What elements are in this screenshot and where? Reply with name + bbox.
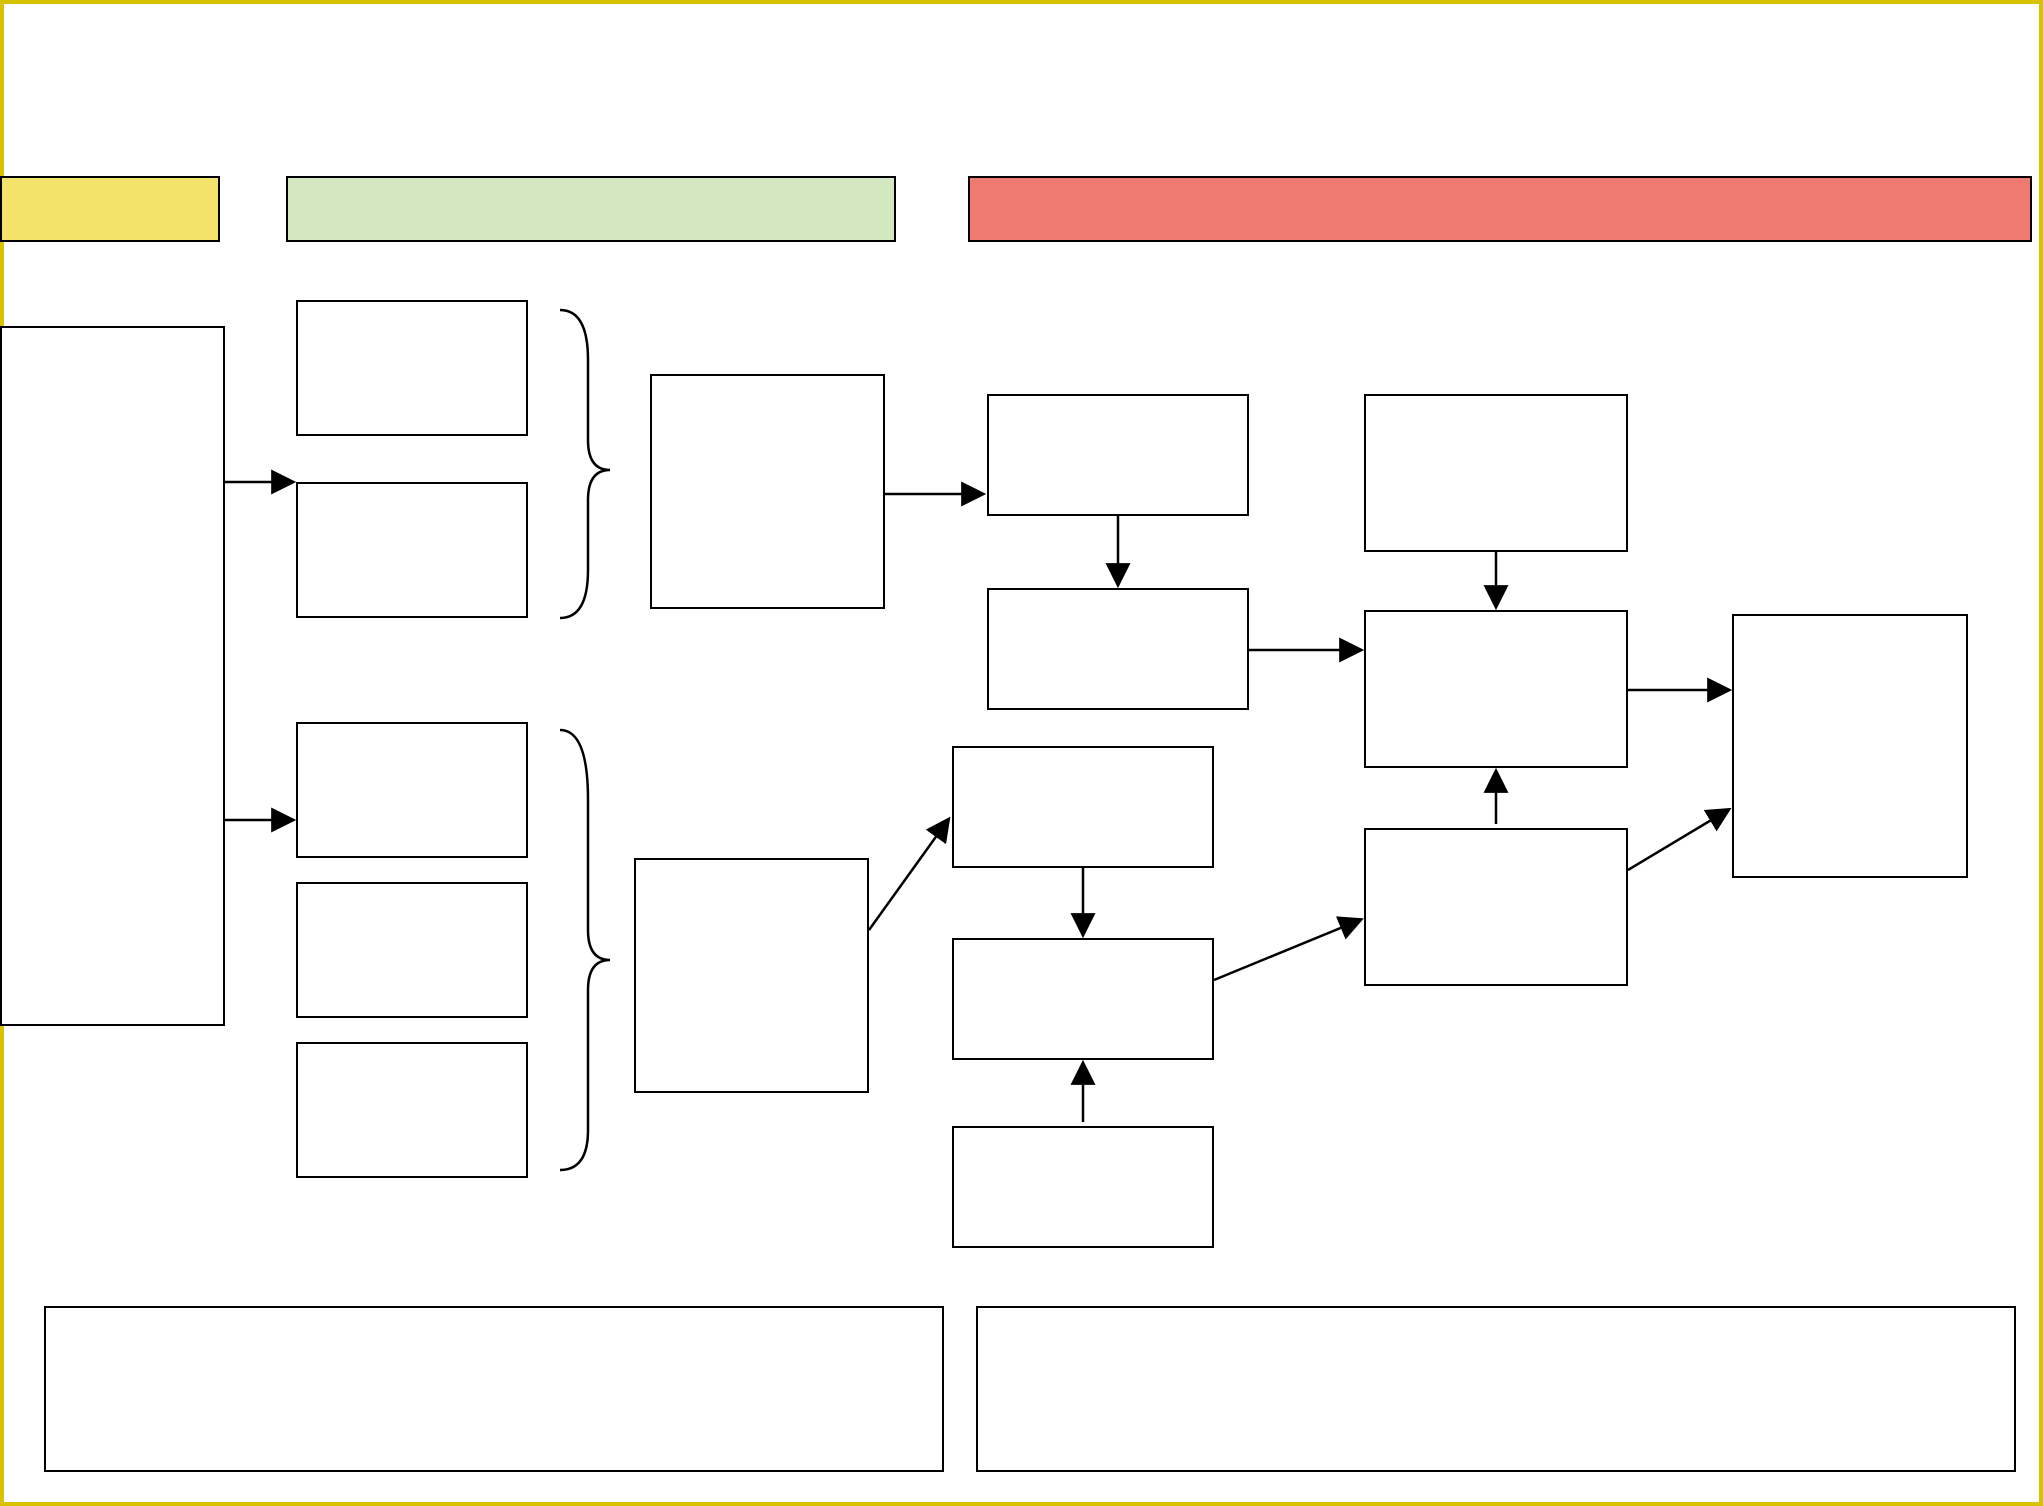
box-c2-bot-c [296,1042,528,1178]
box-c2-bot-b [296,882,528,1018]
box-mid-bot [634,858,869,1093]
footer-right [976,1306,2016,1472]
box-c5-b [1364,610,1628,768]
box-c4-a [987,394,1249,516]
box-c4-b [987,588,1249,710]
header-red [968,176,2032,242]
box-c4-c [952,746,1214,868]
box-final [1732,614,1968,878]
box-c5-c [1364,828,1628,986]
box-c2-top-a [296,300,528,436]
box-c2-top-b [296,482,528,618]
header-yellow [0,176,220,242]
box-c4-e [952,1126,1214,1248]
header-green [286,176,896,242]
box-c2-bot-a [296,722,528,858]
box-mid-top [650,374,885,609]
footer-left [44,1306,944,1472]
box-c4-d [952,938,1214,1060]
box-start [0,326,225,1026]
box-c5-a [1364,394,1628,552]
